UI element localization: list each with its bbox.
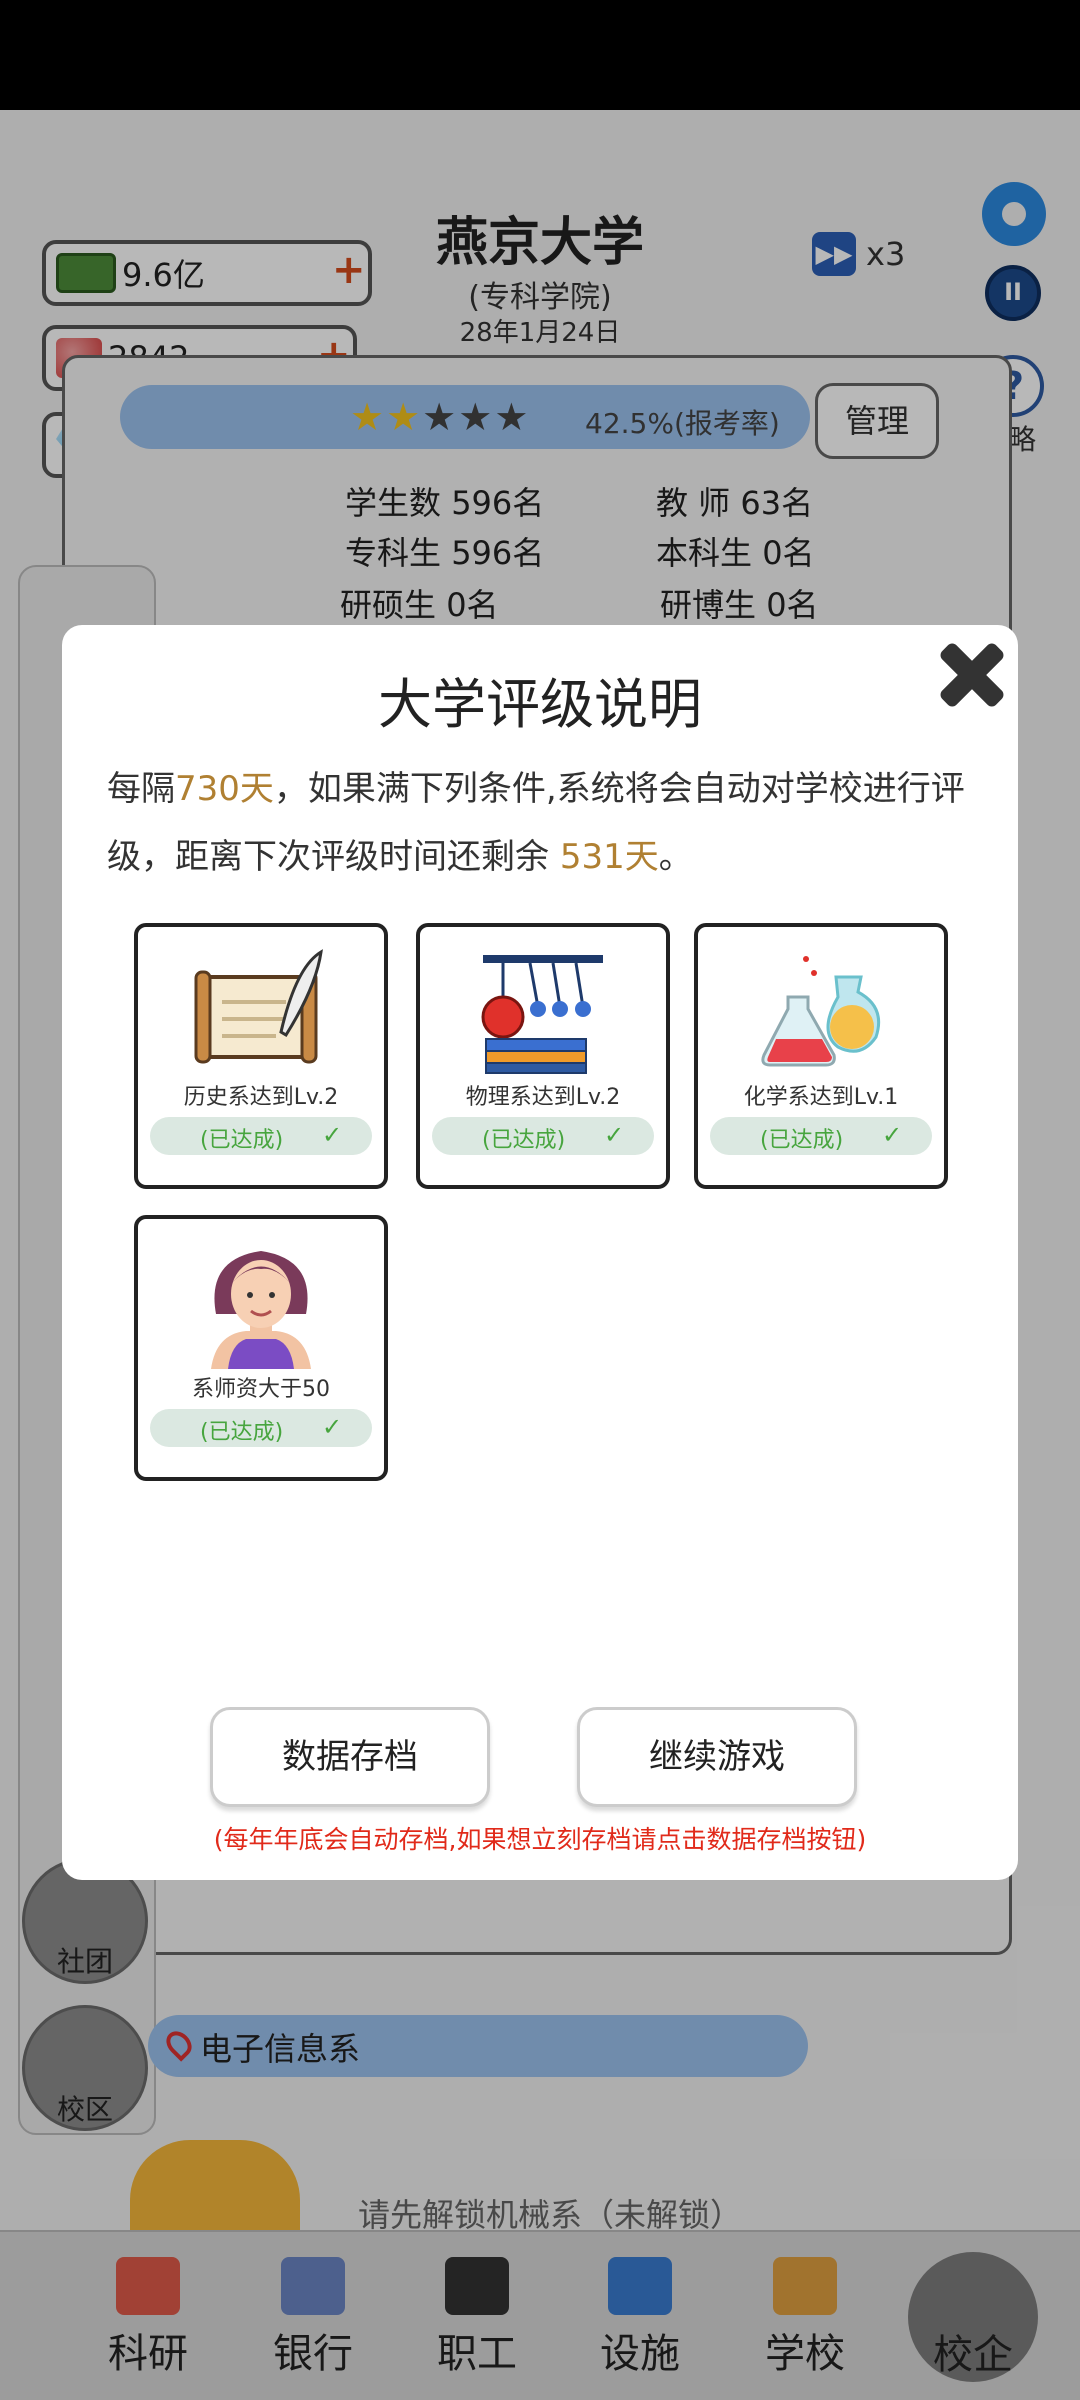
scroll-quill-icon xyxy=(194,949,323,1064)
requirement-card: 系师资大于50 (已达成) ✓ xyxy=(134,1215,388,1481)
desc-text-1: 每隔 xyxy=(107,769,175,809)
checkmark-icon: ✓ xyxy=(322,1121,343,1149)
save-data-button[interactable]: 数据存档 xyxy=(210,1707,490,1807)
requirement-card: 化学系达到Lv.1 (已达成) ✓ xyxy=(694,923,948,1189)
achieved-badge: (已达成) ✓ xyxy=(710,1117,932,1155)
rating-interval: 730天 xyxy=(175,769,274,809)
achieved-status: (已达成) xyxy=(200,1420,284,1445)
requirement-label: 系师资大于50 xyxy=(192,1377,330,1402)
achieved-badge: (已达成) ✓ xyxy=(432,1117,654,1155)
save-note: (每年年底会自动存档,如果想立刻存档请点击数据存档按钮) xyxy=(213,1825,867,1854)
teacher-avatar-icon xyxy=(211,1251,311,1369)
requirement-card: 历史系达到Lv.2 (已达成) ✓ xyxy=(134,923,388,1189)
modal-title: 大学评级说明 xyxy=(378,673,702,736)
days-remaining: 531天 xyxy=(559,837,659,877)
status-bar xyxy=(0,0,1080,110)
checkmark-icon: ✓ xyxy=(322,1413,343,1441)
achieved-badge: (已达成) ✓ xyxy=(150,1409,372,1447)
newton-cradle-icon xyxy=(481,955,603,1074)
achieved-status: (已达成) xyxy=(200,1128,284,1153)
flask-icon xyxy=(761,956,881,1067)
continue-game-button[interactable]: 继续游戏 xyxy=(577,1707,857,1807)
requirement-label: 物理系达到Lv.2 xyxy=(465,1085,621,1110)
checkmark-icon: ✓ xyxy=(604,1121,625,1149)
achieved-badge: (已达成) ✓ xyxy=(150,1117,372,1155)
achieved-status: (已达成) xyxy=(482,1128,566,1153)
close-icon[interactable] xyxy=(932,635,1012,715)
rating-info-modal: 大学评级说明 每隔730天，如果满下列条件,系统将会自动对学校进行评级，距离下次… xyxy=(62,625,1018,1880)
requirement-label: 化学系达到Lv.1 xyxy=(743,1085,899,1110)
checkmark-icon: ✓ xyxy=(882,1121,903,1149)
desc-text-3: 。 xyxy=(658,837,693,877)
rating-description: 每隔730天，如果满下列条件,系统将会自动对学校进行评级，距离下次评级时间还剩余… xyxy=(107,755,987,891)
requirement-label: 历史系达到Lv.2 xyxy=(183,1085,339,1110)
requirement-card: 物理系达到Lv.2 (已达成) ✓ xyxy=(416,923,670,1189)
achieved-status: (已达成) xyxy=(760,1128,844,1153)
